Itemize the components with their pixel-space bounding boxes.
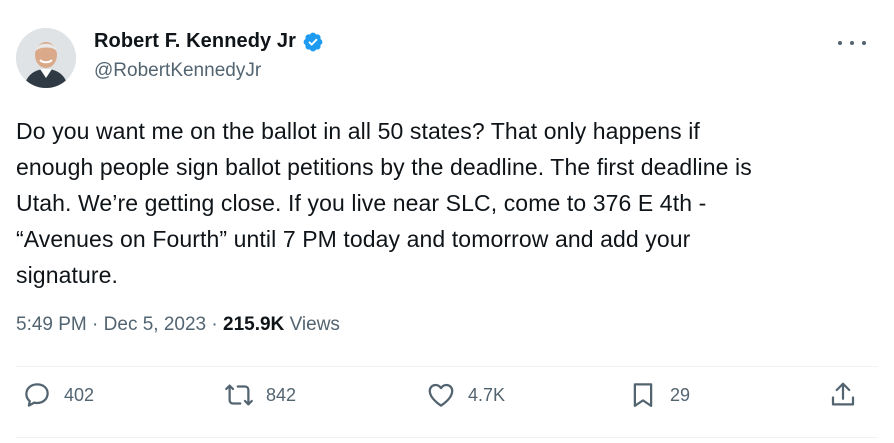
avatar[interactable] bbox=[16, 28, 76, 88]
author-name-row: Robert F. Kennedy Jr bbox=[94, 30, 324, 53]
reply-icon bbox=[25, 383, 49, 407]
tweet-date[interactable]: Dec 5, 2023 bbox=[104, 314, 206, 336]
views-label: Views bbox=[284, 314, 340, 335]
tweet-meta: 5:49 PM · Dec 5, 2023 · 215.9K Views bbox=[16, 314, 340, 336]
avatar-image bbox=[16, 28, 76, 88]
bookmark-count: 29 bbox=[670, 384, 691, 405]
share-button[interactable] bbox=[828, 380, 858, 410]
tweet-time[interactable]: 5:49 PM bbox=[16, 314, 87, 336]
more-options-button[interactable] bbox=[838, 36, 866, 50]
like-count: 4.7K bbox=[468, 384, 506, 405]
heart-icon bbox=[428, 383, 454, 407]
divider-top bbox=[16, 366, 878, 367]
repost-count: 842 bbox=[266, 384, 297, 405]
verified-badge-icon[interactable] bbox=[302, 31, 324, 53]
bookmark-icon bbox=[633, 383, 653, 407]
repost-icon bbox=[225, 384, 253, 406]
like-button[interactable]: 4.7K bbox=[426, 380, 505, 410]
share-icon bbox=[831, 382, 855, 406]
tweet-actions-bar: 402 842 4.7K 29 bbox=[16, 380, 876, 428]
tweet-text: Do you want me on the ballot in all 50 s… bbox=[16, 118, 752, 288]
views-count: 215.9K bbox=[223, 314, 285, 335]
repost-button[interactable]: 842 bbox=[224, 380, 296, 410]
reply-button[interactable]: 402 bbox=[22, 380, 94, 410]
more-horizontal-icon bbox=[838, 41, 842, 45]
author-display-name[interactable]: Robert F. Kennedy Jr bbox=[94, 30, 296, 53]
author-handle[interactable]: @RobertKennedyJr bbox=[94, 60, 261, 82]
bookmark-button[interactable]: 29 bbox=[628, 380, 690, 410]
meta-separator: · bbox=[86, 314, 104, 335]
divider-bottom bbox=[16, 437, 878, 438]
meta-separator: · bbox=[206, 314, 224, 335]
reply-count: 402 bbox=[64, 384, 95, 405]
